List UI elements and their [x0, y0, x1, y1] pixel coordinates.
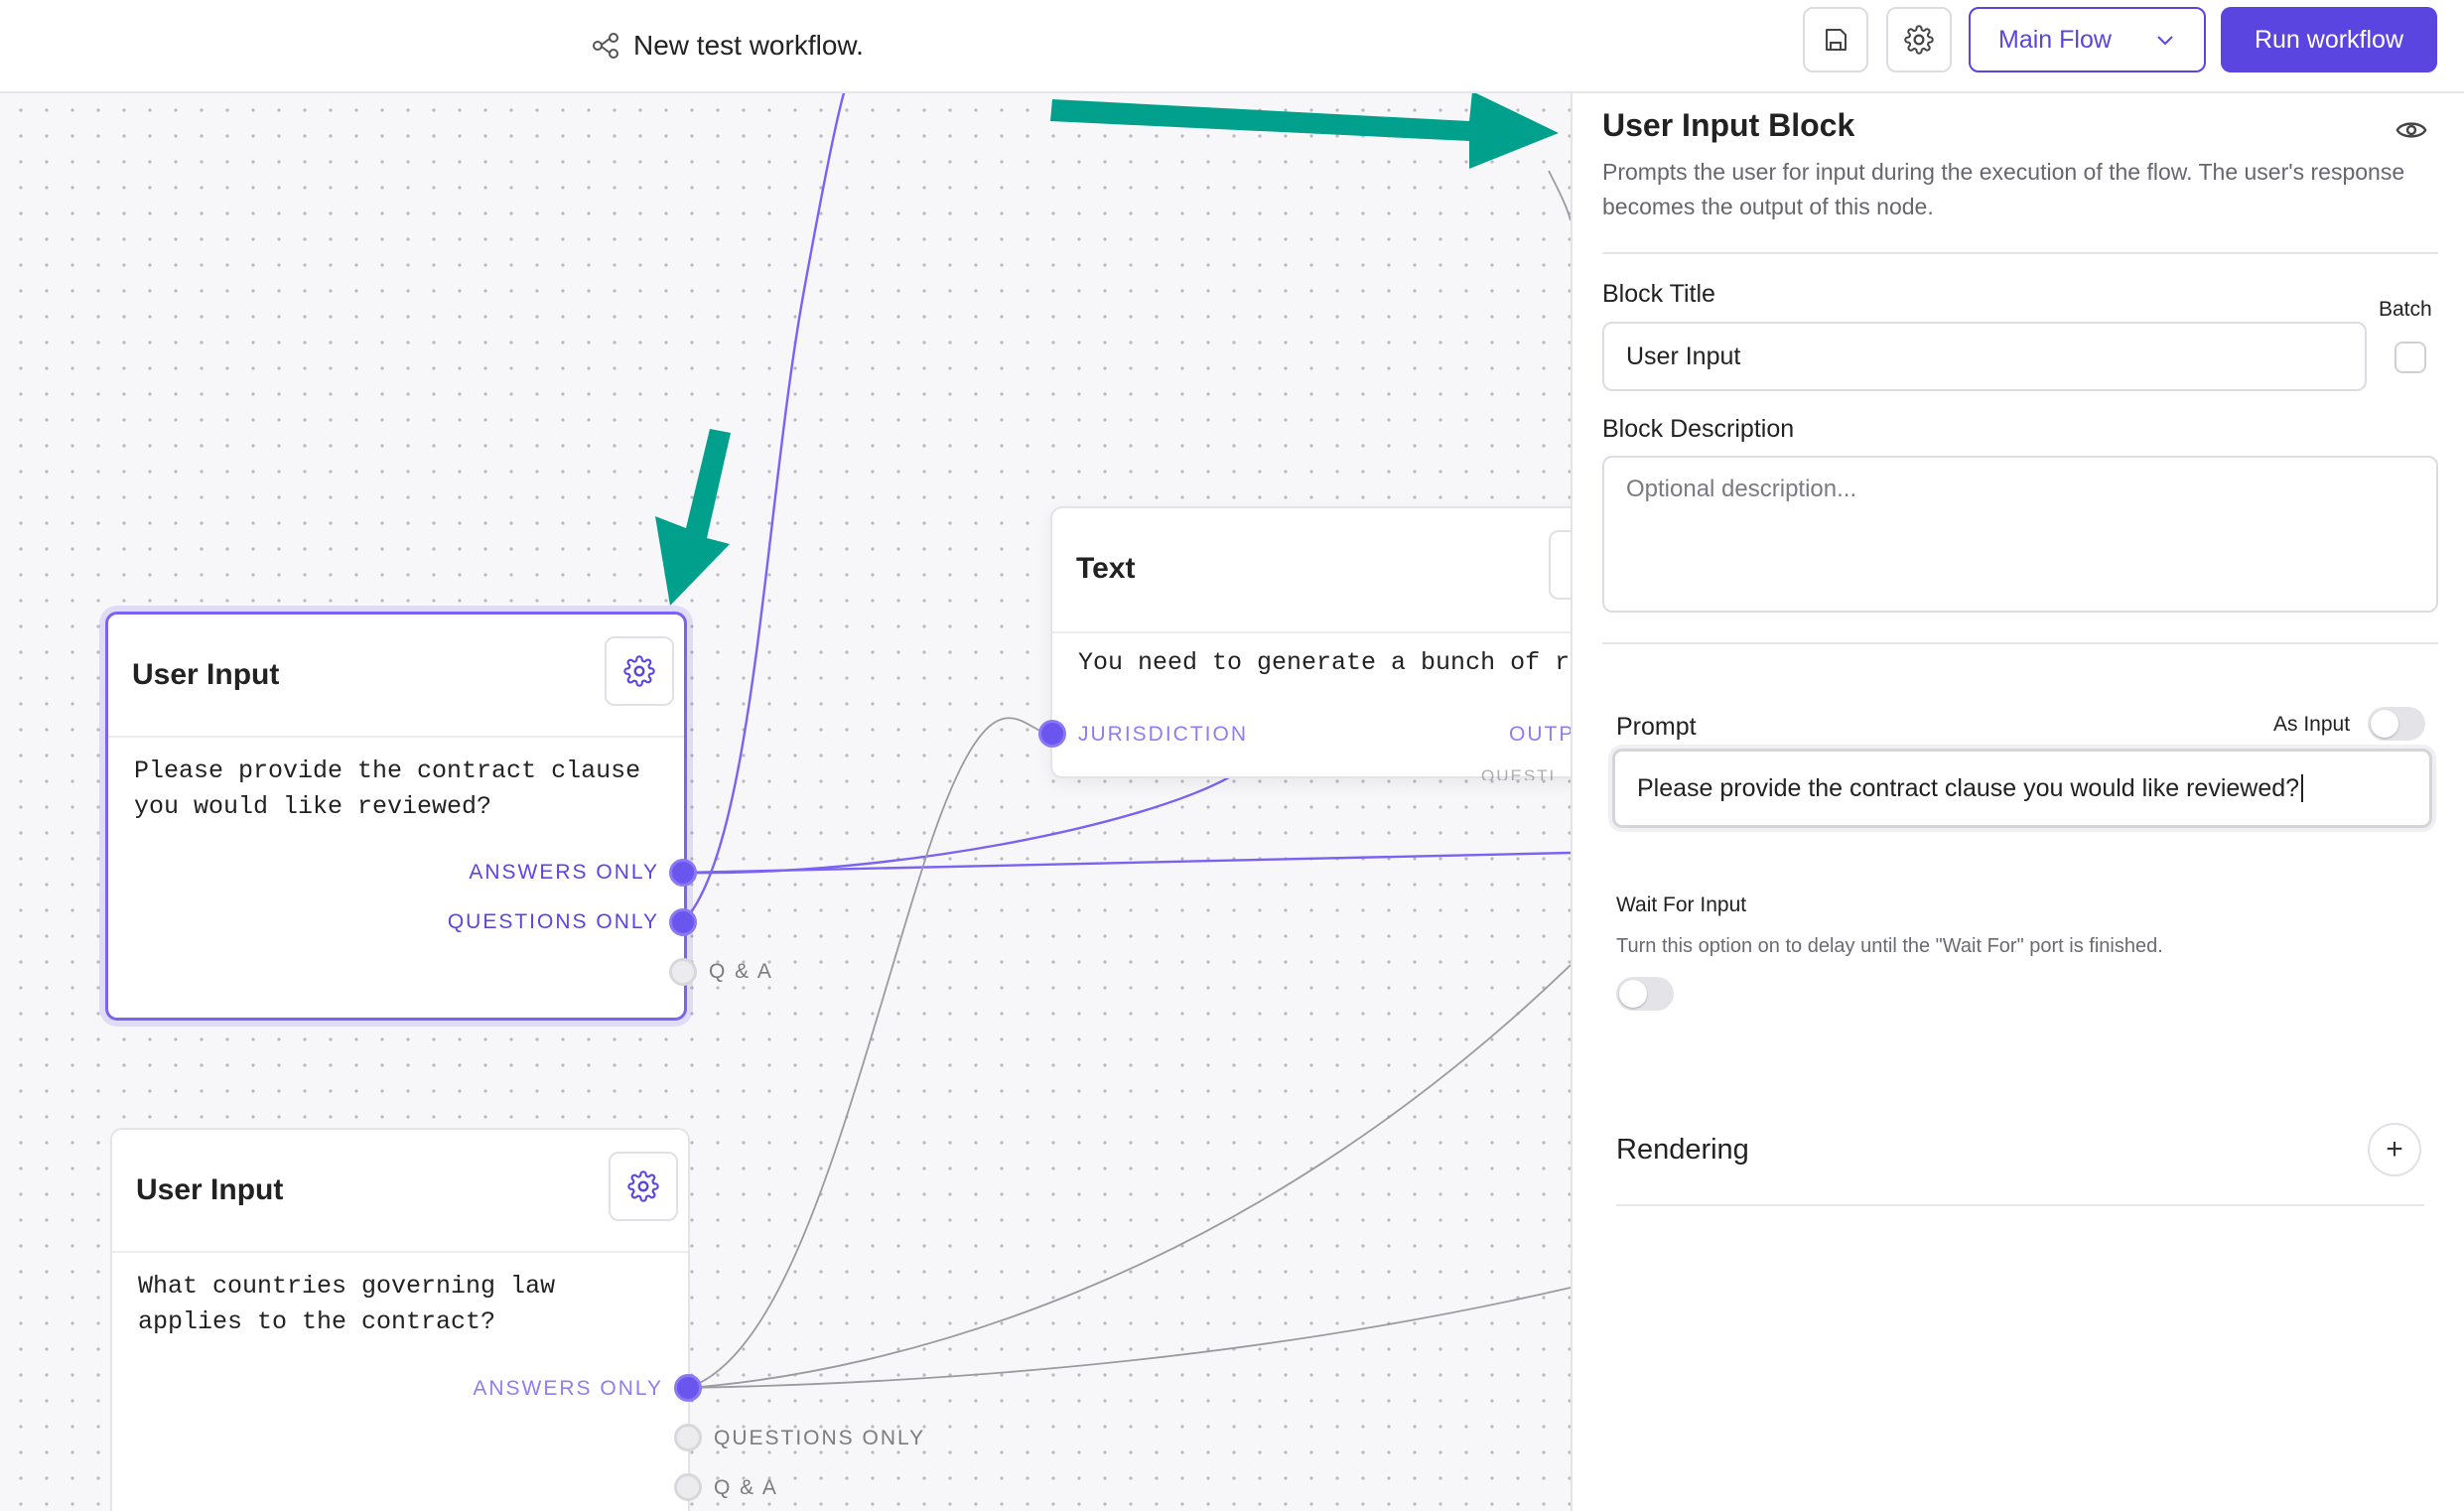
port-label-q-and-a: Q & A	[709, 960, 773, 983]
save-button[interactable]	[1803, 7, 1868, 72]
annotation-arrow-right	[1050, 91, 1559, 169]
port-jurisdiction[interactable]	[1038, 720, 1066, 748]
port-label-q-and-a: Q & A	[714, 1476, 778, 1499]
node-prompt-text: What countries governing law applies to …	[138, 1272, 556, 1336]
port-q-and-a[interactable]	[674, 1473, 702, 1501]
workflow-title: New test workflow.	[592, 22, 864, 69]
settings-button[interactable]	[1886, 7, 1952, 72]
plus-icon: +	[2386, 1133, 2403, 1166]
chevron-down-icon	[2157, 36, 2173, 46]
node-text-content: You need to generate a bunch of r	[1078, 648, 1571, 677]
port-label-output: OUTP	[1509, 723, 1571, 746]
port-questions-only[interactable]	[669, 908, 697, 936]
port-label-questions-only: QUESTIONS ONLY	[447, 910, 659, 933]
eye-icon[interactable]	[2395, 113, 2428, 147]
rendering-label: Rendering	[1616, 1134, 1749, 1166]
block-description-label: Block Description	[1602, 415, 1795, 443]
rendering-expand-button[interactable]: +	[2368, 1123, 2421, 1176]
port-questions-only[interactable]	[674, 1424, 702, 1451]
wait-for-input-label: Wait For Input	[1616, 893, 1747, 916]
block-description-input[interactable]: Optional description...	[1602, 456, 2438, 613]
gear-icon	[627, 1170, 659, 1202]
run-workflow-button[interactable]: Run workflow	[2221, 7, 2437, 72]
node-settings-button[interactable]	[609, 1152, 678, 1221]
node-header: Text	[1052, 508, 1571, 633]
as-input-label: As Input	[2273, 713, 2351, 736]
block-title-input[interactable]: User Input	[1602, 322, 2367, 391]
save-icon	[1826, 29, 1847, 51]
node-header: User Input	[112, 1130, 688, 1253]
gear-icon	[1904, 25, 1934, 55]
batch-checkbox[interactable]	[2395, 342, 2426, 373]
workflow-icon	[593, 33, 618, 59]
wire-grey-jurisdiction	[687, 717, 1053, 1389]
wait-for-input-help: Turn this option on to delay until the "…	[1616, 935, 2163, 957]
node-title: User Input	[132, 658, 280, 691]
node-title: Text	[1076, 552, 1136, 585]
port-answers-only[interactable]	[674, 1374, 702, 1402]
gear-icon	[623, 655, 655, 687]
divider	[1602, 642, 2438, 644]
wait-for-input-toggle[interactable]	[1616, 977, 1674, 1011]
wire-grey-top	[1548, 170, 1571, 221]
block-settings-panel: User Input Block Prompts the user for in…	[1571, 91, 2464, 1511]
flow-select-label: Main Flow	[1998, 25, 2112, 54]
panel-title: User Input Block	[1602, 107, 1855, 143]
top-bar: New test workflow. Main Flow Run workflo…	[0, 0, 2464, 93]
block-title-label: Block Title	[1602, 280, 1715, 308]
prompt-label: Prompt	[1616, 713, 1697, 741]
node-prompt-text: Please provide the contract clause you w…	[134, 756, 641, 821]
wire-grey-mid	[687, 964, 1571, 1389]
port-label-answers-only: ANSWERS ONLY	[473, 1377, 663, 1400]
port-label-questions: QUESTI	[1481, 766, 1557, 780]
port-q-and-a[interactable]	[669, 958, 697, 986]
annotation-arrow-down	[655, 429, 731, 606]
prompt-input[interactable]: Please provide the contract clause you w…	[1612, 749, 2432, 828]
batch-label: Batch	[2379, 298, 2432, 321]
port-answers-only[interactable]	[669, 859, 697, 887]
text-cursor	[2301, 774, 2304, 802]
wire-answers-text	[682, 774, 1232, 875]
port-label-jurisdiction: JURISDICTION	[1078, 723, 1248, 746]
panel-description: Prompts the user for input during the ex…	[1602, 159, 2405, 219]
wire-answers-right	[682, 851, 1571, 875]
user-input-node-2[interactable]: User Input What countries governing law …	[110, 1128, 690, 1511]
node-title: User Input	[136, 1173, 284, 1206]
as-input-toggle[interactable]	[2368, 707, 2425, 741]
workflow-canvas[interactable]: User Input Please provide the contract c…	[0, 91, 1571, 1511]
divider	[1616, 1204, 2424, 1206]
port-label-answers-only: ANSWERS ONLY	[469, 861, 659, 884]
workflow-title-text: New test workflow.	[633, 30, 864, 61]
node-settings-button[interactable]	[605, 636, 674, 706]
divider	[1602, 252, 2438, 254]
user-input-node-1[interactable]: User Input Please provide the contract c…	[105, 612, 687, 1021]
node-settings-button[interactable]	[1549, 530, 1571, 600]
prompt-input-value: Please provide the contract clause you w…	[1637, 773, 2300, 802]
node-header: User Input	[108, 615, 684, 738]
flow-select[interactable]: Main Flow	[1969, 7, 2206, 72]
wire-grey-low	[687, 1287, 1571, 1389]
port-label-questions-only: QUESTIONS ONLY	[714, 1427, 926, 1449]
